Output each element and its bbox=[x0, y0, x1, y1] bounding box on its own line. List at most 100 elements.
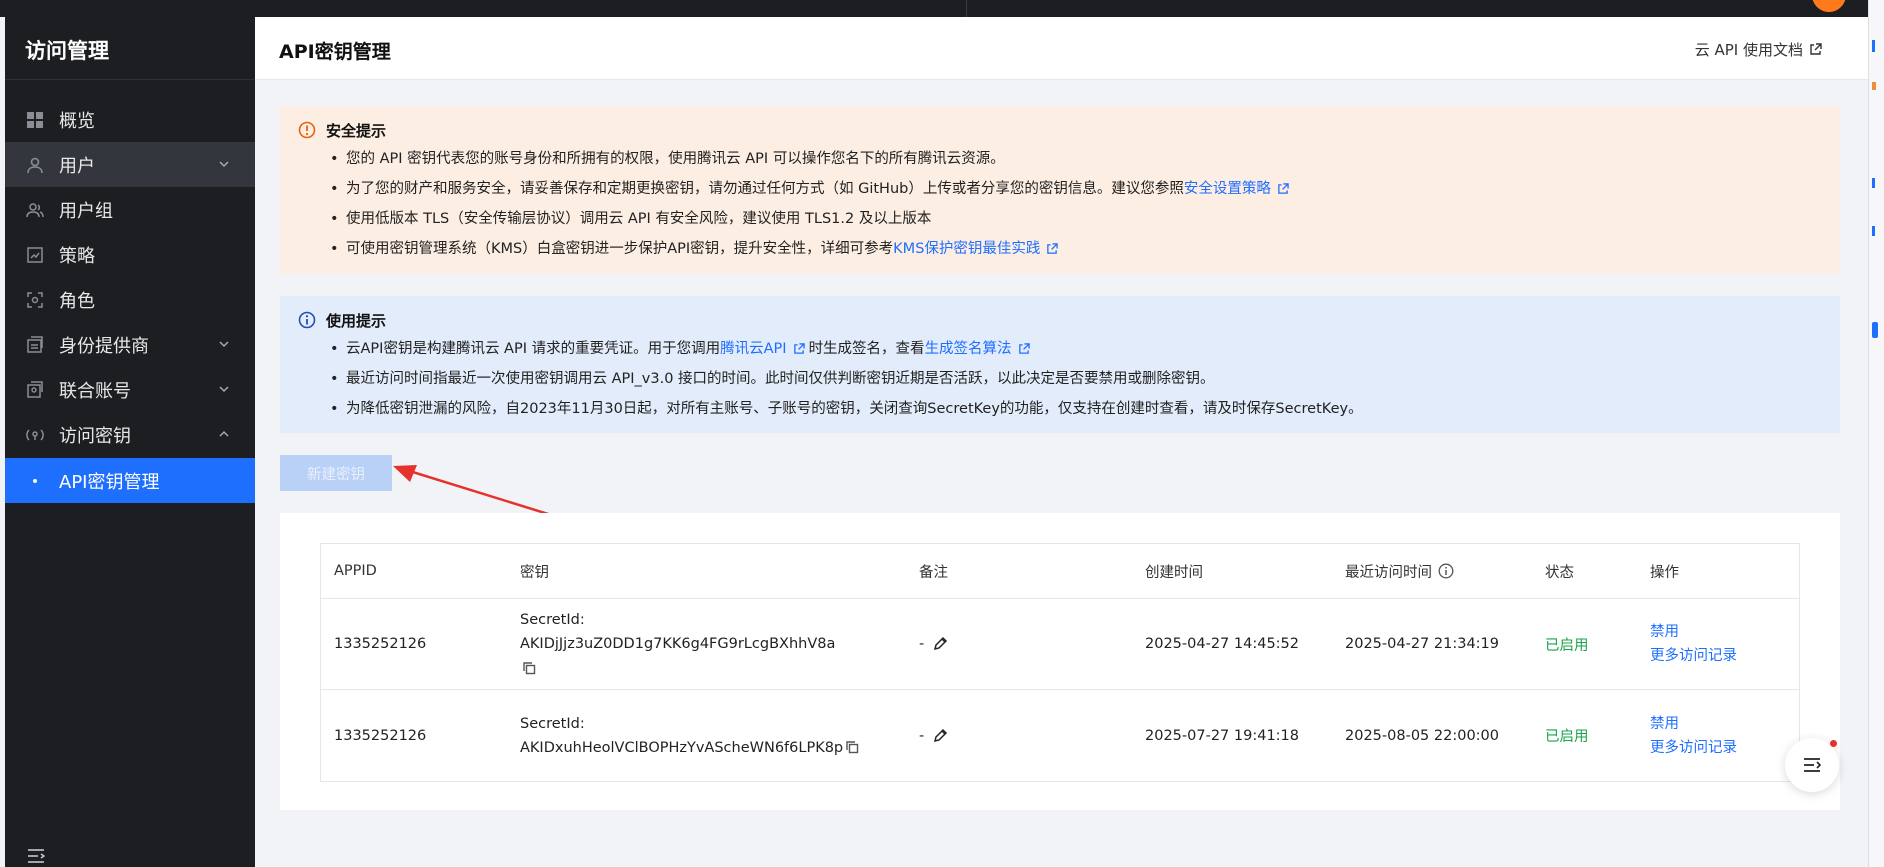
column-header-last-access: 最近访问时间 bbox=[1345, 544, 1535, 598]
security-policy-link[interactable]: 安全设置策略 bbox=[1184, 181, 1271, 197]
secret-id-text: SecretId: bbox=[520, 715, 585, 732]
external-link-icon bbox=[1018, 343, 1030, 354]
security-tip-item: 为了您的财产和服务安全，请妥善保存和定期更换密钥，请勿通过任何方式（如 GitH… bbox=[330, 174, 1822, 204]
sidebar-item-policies[interactable]: 策略 bbox=[5, 232, 255, 277]
sidebar-item-label: 角色 bbox=[59, 290, 95, 312]
sidebar-item-access-keys[interactable]: 访问密钥 bbox=[5, 412, 255, 457]
active-dot bbox=[33, 478, 37, 483]
sidebar-divider bbox=[5, 79, 255, 80]
sidebar-item-federated-accounts[interactable]: 联合账号 bbox=[5, 367, 255, 412]
external-link-icon bbox=[1278, 183, 1289, 194]
status-badge: 已启用 bbox=[1545, 729, 1589, 745]
security-tip-item: 您的 API 密钥代表您的账号身份和所拥有的权限，使用腾讯云 API 可以操作您… bbox=[330, 144, 1822, 174]
avatar[interactable] bbox=[1812, 0, 1846, 12]
disable-key-link[interactable]: 禁用 bbox=[1650, 621, 1679, 643]
column-header-remark: 备注 bbox=[919, 564, 948, 581]
usage-tip-item: 云API密钥是构建腾讯云 API 请求的重要凭证。用于您调用腾讯云API 时生成签… bbox=[330, 334, 1822, 364]
menu-icon bbox=[1804, 758, 1822, 772]
table-header-row: APPID 密钥 备注 创建时间 最近访问时间 状态 操作 bbox=[321, 544, 1799, 599]
sidebar-item-label: 策略 bbox=[59, 245, 95, 267]
edge-marker bbox=[1872, 322, 1878, 338]
warning-icon bbox=[298, 121, 316, 139]
table-row: 1335252126 SecretId: AKIDxuhHeolVClBOPHz… bbox=[321, 690, 1799, 781]
table-row: 1335252126 SecretId: AKIDjJjz3uZ0DD1g7KK… bbox=[321, 599, 1799, 690]
edge-marker bbox=[1872, 226, 1875, 236]
signature-algorithm-link[interactable]: 生成签名算法 bbox=[925, 341, 1012, 357]
sidebar-item-user-groups[interactable]: 用户组 bbox=[5, 187, 255, 232]
created-cell: 2025-07-27 19:41:18 bbox=[1145, 727, 1299, 744]
federated-account-icon bbox=[25, 380, 45, 400]
tip-text: 使用低版本 TLS（安全传输层协议）调用云 API 有安全风险，建议使用 TLS… bbox=[346, 211, 932, 227]
secret-cell: SecretId: AKIDxuhHeolVClBOPHzYvAScheWN6f… bbox=[520, 690, 900, 781]
sidebar-item-api-key-management[interactable]: API密钥管理 bbox=[5, 458, 255, 503]
remark-text: - bbox=[919, 636, 925, 652]
sidebar-item-roles[interactable]: 角色 bbox=[5, 277, 255, 322]
sidebar-item-label: 用户 bbox=[59, 155, 95, 177]
info-icon bbox=[298, 311, 316, 329]
appid-cell: 1335252126 bbox=[334, 727, 427, 744]
edge-marker bbox=[1872, 40, 1875, 52]
tip-text: 为降低密钥泄漏的风险，自2023年11月30日起，对所有主账号、子账号的密钥，关… bbox=[346, 401, 1363, 417]
sidebar-item-users[interactable]: 用户 bbox=[5, 142, 255, 187]
api-doc-link[interactable]: 云 API 使用文档 bbox=[1695, 39, 1822, 60]
page-header: API密钥管理 云 API 使用文档 bbox=[255, 17, 1868, 80]
security-tip-list: 您的 API 密钥代表您的账号身份和所拥有的权限，使用腾讯云 API 可以操作您… bbox=[330, 144, 1822, 264]
tip-text: 您的 API 密钥代表您的账号身份和所拥有的权限，使用腾讯云 API 可以操作您… bbox=[346, 151, 1005, 167]
chevron-up-icon bbox=[219, 430, 229, 437]
usage-tip-title: 使用提示 bbox=[326, 311, 387, 330]
edit-remark-icon[interactable] bbox=[932, 636, 948, 652]
kms-best-practice-link[interactable]: KMS保护密钥最佳实践 bbox=[893, 241, 1040, 257]
actions-cell: 禁用 更多访问记录 bbox=[1650, 599, 1790, 689]
sidebar-item-label: 用户组 bbox=[59, 200, 113, 222]
sidebar-item-label: API密钥管理 bbox=[59, 471, 160, 493]
sidebar-item-identity-providers[interactable]: 身份提供商 bbox=[5, 322, 255, 367]
new-key-button[interactable]: 新建密钥 bbox=[280, 455, 392, 491]
column-header-appid: APPID bbox=[334, 563, 377, 579]
security-tip-item: 可使用密钥管理系统（KMS）白盒密钥进一步保护API密钥，提升安全性，详细可参考… bbox=[330, 234, 1822, 264]
actions-cell: 禁用 更多访问记录 bbox=[1650, 690, 1790, 781]
page-title: API密钥管理 bbox=[279, 41, 391, 63]
security-tip-title: 安全提示 bbox=[326, 121, 387, 140]
copy-icon[interactable] bbox=[845, 740, 860, 755]
user-group-icon bbox=[25, 200, 45, 220]
security-tip-box: 安全提示 您的 API 密钥代表您的账号身份和所拥有的权限，使用腾讯云 API … bbox=[280, 106, 1840, 274]
usage-tip-box: 使用提示 云API密钥是构建腾讯云 API 请求的重要凭证。用于您调用腾讯云AP… bbox=[280, 296, 1840, 433]
security-tip-header: 安全提示 bbox=[298, 120, 1822, 140]
column-header-actions: 操作 bbox=[1650, 564, 1679, 581]
appid-cell: 1335252126 bbox=[334, 636, 427, 652]
chevron-down-icon bbox=[219, 161, 229, 168]
secret-id-text: SecretId: AKIDjJjz3uZ0DD1g7KK6g4FG9rLcgB… bbox=[520, 612, 836, 652]
disable-key-link[interactable]: 禁用 bbox=[1650, 713, 1679, 735]
external-link-icon bbox=[793, 343, 805, 354]
usage-tip-item: 为降低密钥泄漏的风险，自2023年11月30日起，对所有主账号、子账号的密钥，关… bbox=[330, 394, 1822, 424]
last-access-cell: 2025-04-27 21:34:19 bbox=[1345, 636, 1499, 652]
external-link-icon bbox=[1047, 243, 1059, 254]
sidebar-item-overview[interactable]: 概览 bbox=[5, 97, 255, 142]
column-header-status: 状态 bbox=[1545, 564, 1574, 581]
copy-icon[interactable] bbox=[522, 661, 537, 676]
created-cell: 2025-04-27 14:45:52 bbox=[1145, 636, 1299, 652]
more-access-records-link[interactable]: 更多访问记录 bbox=[1650, 737, 1737, 759]
collapse-menu-icon[interactable] bbox=[27, 849, 45, 863]
sidebar-title: 访问管理 bbox=[25, 39, 109, 63]
info-icon[interactable] bbox=[1438, 563, 1454, 579]
floating-menu-button[interactable] bbox=[1785, 738, 1839, 792]
edit-remark-icon[interactable] bbox=[932, 728, 948, 744]
tencent-cloud-api-link[interactable]: 腾讯云API bbox=[720, 341, 786, 357]
secret-id-text-cont: AKIDxuhHeolVClBOPHzYvAScheWN6f6LPK8p bbox=[520, 739, 844, 756]
key-table-card: APPID 密钥 备注 创建时间 最近访问时间 状态 操作 1335252126… bbox=[280, 513, 1840, 810]
tip-text: 时生成签名，查看 bbox=[808, 341, 925, 357]
secret-cell: SecretId: AKIDjJjz3uZ0DD1g7KK6g4FG9rLcgB… bbox=[520, 599, 900, 689]
grid-icon bbox=[25, 110, 45, 130]
usage-tip-list: 云API密钥是构建腾讯云 API 请求的重要凭证。用于您调用腾讯云API 时生成签… bbox=[330, 334, 1822, 424]
more-access-records-link[interactable]: 更多访问记录 bbox=[1650, 645, 1737, 667]
sidebar-item-label: 概览 bbox=[59, 110, 95, 132]
remark-text: - bbox=[919, 727, 925, 744]
api-doc-link-label: 云 API 使用文档 bbox=[1694, 41, 1803, 59]
status-badge: 已启用 bbox=[1545, 637, 1589, 654]
sidebar-item-label: 访问密钥 bbox=[59, 425, 131, 447]
top-bar bbox=[0, 0, 1868, 17]
id-provider-icon bbox=[25, 335, 45, 355]
sidebar-item-label: 身份提供商 bbox=[59, 335, 149, 357]
usage-tip-item: 最近访问时间指最近一次使用密钥调用云 API_v3.0 接口的时间。此时间仅供判… bbox=[330, 364, 1822, 394]
